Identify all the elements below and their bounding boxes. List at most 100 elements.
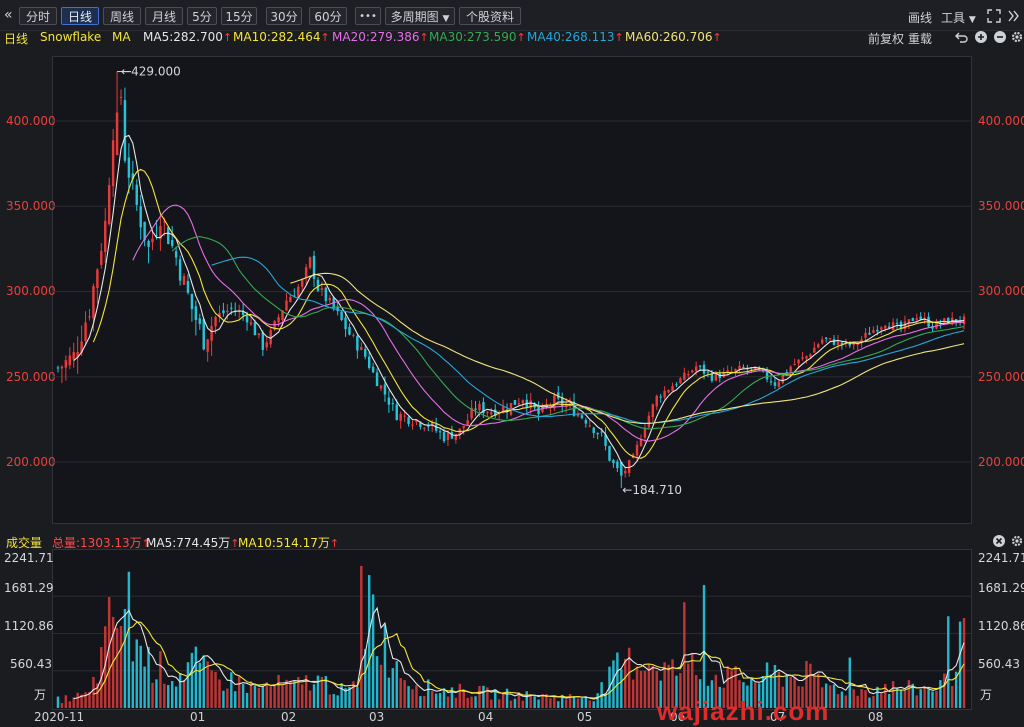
candle-body: [596, 432, 599, 435]
volume-bar: [430, 691, 434, 708]
volume-bar: [643, 670, 647, 708]
volume-bar: [596, 693, 599, 708]
candle-body: [285, 300, 288, 311]
volume-bar: [876, 686, 879, 708]
volume-bar: [163, 683, 166, 708]
candle-body: [367, 356, 371, 368]
volume-bar: [434, 693, 438, 708]
volume-bar: [950, 685, 954, 708]
candle-body: [265, 342, 268, 348]
candle-body: [119, 96, 123, 98]
volume-bar: [943, 673, 946, 708]
candle-body: [308, 257, 312, 268]
volume-bar: [391, 668, 395, 708]
candle-body: [379, 385, 383, 389]
candle-body: [856, 343, 859, 345]
candle-body: [123, 100, 127, 161]
volume-bar: [927, 689, 930, 708]
volume-bar: [277, 674, 280, 708]
candle-body: [190, 293, 194, 310]
volume-bar: [947, 616, 950, 708]
volume-bar: [186, 662, 190, 708]
volume-bar: [592, 701, 595, 708]
volume-bar: [143, 666, 146, 708]
candle-body: [805, 356, 808, 359]
candle-body: [107, 185, 111, 225]
candle-body: [647, 415, 651, 428]
candle-body: [836, 340, 840, 345]
candle-body: [352, 335, 355, 337]
volume-bar: [864, 690, 867, 708]
candle-body: [592, 427, 595, 434]
volume-bar: [584, 697, 588, 708]
volume-bar: [887, 694, 891, 708]
volume-bar: [367, 575, 371, 708]
candle-body: [96, 269, 99, 288]
candle-body: [167, 227, 170, 244]
volume-bar: [375, 656, 379, 708]
candle-body: [257, 333, 261, 336]
candle-body: [726, 370, 729, 372]
volume-bar: [230, 672, 233, 708]
candle-body: [588, 425, 592, 427]
candle-body: [687, 374, 690, 376]
candle-body: [427, 425, 430, 427]
candle-body: [72, 352, 75, 360]
candle-body: [809, 354, 812, 357]
candle-body: [348, 327, 351, 335]
candle-body: [828, 338, 832, 340]
candle-body: [230, 307, 233, 309]
candle-body: [324, 287, 328, 301]
volume-bar: [237, 676, 241, 708]
volume-bar: [300, 684, 304, 708]
candle-body: [375, 372, 379, 387]
ma5-line: [73, 134, 965, 469]
candle-body: [655, 395, 658, 407]
candle-body: [820, 339, 824, 344]
candle-body: [466, 420, 469, 425]
chart-svg: ←429.000 ←184.710: [53, 65, 971, 708]
candle-body: [553, 395, 556, 409]
volume-bar: [194, 646, 198, 708]
candle-body: [64, 360, 68, 368]
volume-bar: [564, 699, 568, 708]
volume-bar: [76, 692, 79, 708]
candle-body: [316, 279, 320, 291]
volume-bar: [549, 698, 552, 708]
volume-bar: [907, 680, 911, 708]
candle-body: [92, 286, 95, 319]
candle-body: [198, 318, 202, 324]
candle-body: [876, 329, 879, 332]
volume-bar: [379, 664, 383, 708]
volume-bar: [332, 694, 335, 708]
candle-body: [616, 461, 619, 469]
volume-bar: [836, 694, 840, 708]
volume-bar: [624, 658, 627, 708]
candle-body: [304, 267, 308, 278]
candle-body: [423, 427, 426, 429]
volume-bar: [383, 625, 387, 708]
volume-bar: [155, 679, 158, 708]
volume-bar: [257, 687, 261, 708]
volume-bar: [210, 670, 213, 708]
candle-body: [698, 365, 702, 367]
candle-body: [738, 365, 741, 370]
candle-body: [651, 404, 655, 418]
volume-bar: [525, 691, 528, 708]
candle-body: [249, 322, 253, 325]
volume-bar: [415, 685, 418, 708]
volume-bar: [293, 680, 296, 708]
volume-bar: [92, 676, 95, 708]
volume-bar: [529, 695, 532, 708]
volume-bar: [115, 628, 119, 708]
volume-bar: [521, 700, 525, 708]
volume-bar: [131, 661, 135, 708]
volume-bar: [135, 639, 138, 708]
candle-body: [297, 286, 300, 298]
candle-body: [340, 311, 343, 321]
candle-body: [344, 317, 347, 330]
volume-bar: [639, 670, 643, 708]
candle-body: [403, 415, 406, 417]
candle-body: [478, 403, 481, 411]
volume-bar: [206, 661, 209, 708]
